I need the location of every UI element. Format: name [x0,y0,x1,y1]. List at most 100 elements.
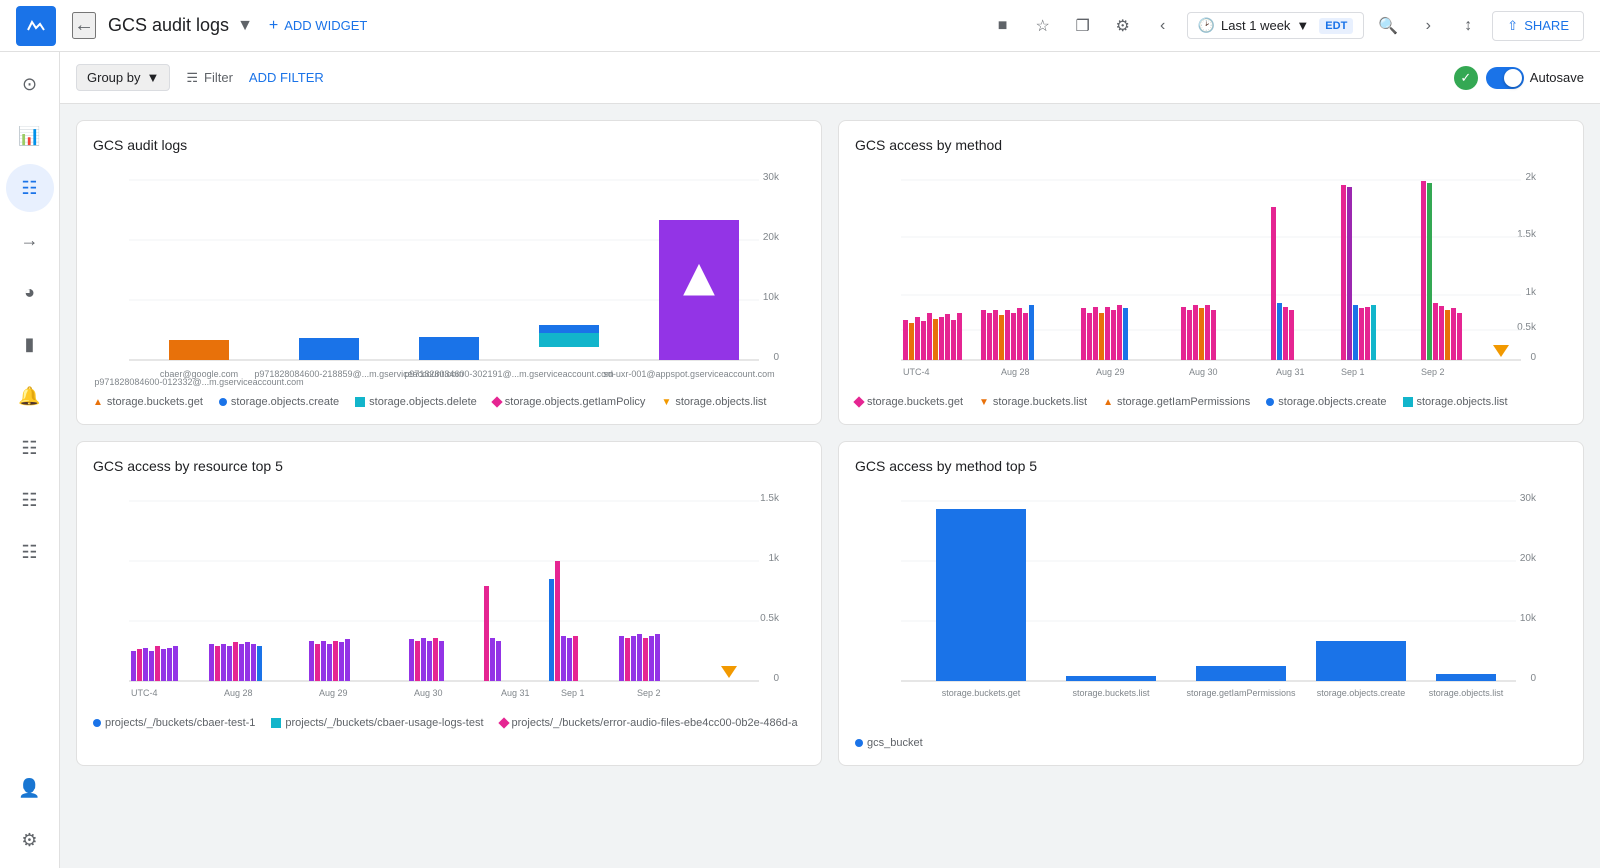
sidebar-item-metrics[interactable]: → [6,216,54,264]
res-aug31-3 [496,641,501,681]
svg-text:10k: 10k [1520,613,1537,624]
next-button[interactable]: › [1412,10,1444,42]
sidebar-item-reports[interactable]: ☷ [6,528,54,576]
sidebar-item-logs[interactable]: ☷ [6,476,54,524]
res-sep1-spike-blue [549,579,554,681]
bar-p971828-218859 [419,337,479,360]
bar-sd-uxr-blue [539,325,599,333]
bar-aug28-1 [981,310,986,360]
bar-aug31-3 [1289,310,1294,360]
svg-text:0: 0 [1530,352,1536,363]
chart-title-3: GCS access by resource top 5 [93,458,805,474]
autosave-switch[interactable] [1486,67,1524,89]
svg-text:Aug 28: Aug 28 [1001,367,1030,377]
back-button[interactable]: ← [72,12,96,39]
bar-aug31-blue [1277,303,1282,360]
svg-text:storage.objects.create: storage.objects.create [1317,688,1406,698]
svg-text:sd-uxr-001@appspot.gserviceacc: sd-uxr-001@appspot.gserviceaccount.com [603,369,774,379]
bar-aug31-spike-pink [1271,207,1276,360]
svg-text:Aug 31: Aug 31 [1276,367,1305,377]
legend-label-buckets-get: storage.buckets.get [107,396,203,408]
svg-text:30k: 30k [763,172,780,183]
bar-method-top5-getiamperm [1196,666,1286,681]
chart-gcs-access-method: GCS access by method 2k 1.5k 1k 0.5k 0 [838,120,1584,425]
sidebar-item-settings[interactable]: ⚙ [6,816,54,864]
sidebar-item-dashboard[interactable]: 📊 [6,112,54,160]
bar-sep2-spike-pink [1421,181,1426,360]
filter-label: Filter [204,70,233,85]
bar-aug31-2 [1283,307,1288,360]
sidebar-item-home[interactable]: ⊙ [6,60,54,108]
group-by-dropdown-icon: ▼ [146,70,159,85]
sidebar-item-alerts[interactable]: 🔔 [6,372,54,420]
time-range-label: Last 1 week [1221,18,1290,33]
res-aug30-3 [421,638,426,681]
bar-aug29-5 [1105,307,1110,360]
res-bar-4 [149,651,154,681]
bar-sep1-spike-pink [1341,185,1346,360]
legend-item-objects-create: storage.objects.create [219,396,339,408]
time-range-display[interactable]: 🕑 Last 1 week ▼ EDT [1188,13,1364,38]
bar-sep2-1 [1433,303,1438,360]
sidebar-item-monitor[interactable]: ☷ [6,424,54,472]
legend-label-2-objects-create: storage.objects.create [1278,396,1386,408]
time-selector[interactable]: 🕑 Last 1 week ▼ EDT [1187,12,1365,39]
legend-label-2-buckets-get: storage.buckets.get [867,396,963,408]
sidebar-item-grid[interactable]: ☷ [6,164,54,212]
legend-icon-objects-getiampolicy [491,396,502,407]
res-aug28-4 [227,646,232,681]
group-by-button[interactable]: Group by ▼ [76,64,170,91]
legend-icon-objects-create [219,398,227,406]
legend-label-3-usage: projects/_/buckets/cbaer-usage-logs-test [285,717,483,729]
legend-label-2-objects-list: storage.objects.list [1417,396,1508,408]
res-aug28-blue [257,646,262,681]
bar-sep2-4 [1457,313,1462,360]
bar-aug29-6 [1111,310,1116,360]
search-button[interactable]: 🔍 [1372,10,1404,42]
res-aug30-2 [415,641,420,681]
sidebar-item-explore[interactable]: ◕ [6,268,54,316]
bar-sep2-orange [1445,310,1450,360]
bar-method-top5-objects-create [1316,641,1406,681]
star-button[interactable]: ☆ [1027,10,1059,42]
share-button[interactable]: ⇧ SHARE [1492,11,1584,41]
prev-button[interactable]: ‹ [1147,10,1179,42]
bar-aug29-blue [1123,308,1128,360]
bar-sep1-3 [1365,307,1370,360]
bar-sep1-2 [1359,308,1364,360]
svg-text:10k: 10k [763,292,780,303]
save-status-icon: ✓ [1454,66,1478,90]
res-bar-8 [173,646,178,681]
svg-text:Sep 2: Sep 2 [1421,367,1445,377]
sidebar-item-charts[interactable]: ▮ [6,320,54,368]
add-widget-button[interactable]: + ADD WIDGET [269,17,367,35]
res-bar-6 [161,649,166,681]
chart-area-4: 30k 20k 10k 0 [855,486,1567,729]
chart-svg-1: 30k 20k 10k 0 [93,165,805,385]
svg-text:Aug 30: Aug 30 [414,688,443,698]
fullscreen-button[interactable]: ❐ [1067,10,1099,42]
svg-text:0.5k: 0.5k [1517,322,1537,333]
compare-button[interactable]: ↕ [1452,10,1484,42]
filter-icon: ☴ [186,70,198,86]
bar-method-top5-objects-list [1436,674,1496,681]
filter-button[interactable]: ☴ Filter [186,70,233,86]
top-nav: ← GCS audit logs ▼ + ADD WIDGET ■ ☆ ❐ ⚙ … [0,0,1600,52]
legend-icon-2-getiamperm: ▲ [1103,397,1113,408]
bar-aug29-3 [1093,307,1098,360]
add-filter-button[interactable]: ADD FILTER [249,70,324,85]
legend-label-3-error: projects/_/buckets/error-audio-files-ebe… [512,717,798,729]
svg-text:UTC-4: UTC-4 [903,367,930,377]
title-dropdown-icon[interactable]: ▼ [237,17,253,35]
bar-aug30-6 [1211,310,1216,360]
res-aug30-5 [433,638,438,681]
bar-method-1 [903,320,908,360]
sidebar-item-user[interactable]: 👤 [6,764,54,812]
svg-text:Sep 1: Sep 1 [561,688,585,698]
svg-text:1k: 1k [768,553,780,564]
res-aug30-4 [427,641,432,681]
panel-icon-button[interactable]: ■ [987,10,1019,42]
legend-item-2-objects-create: storage.objects.create [1266,396,1386,408]
settings-button[interactable]: ⚙ [1107,10,1139,42]
legend-icon-2-buckets-list: ▼ [979,397,989,408]
